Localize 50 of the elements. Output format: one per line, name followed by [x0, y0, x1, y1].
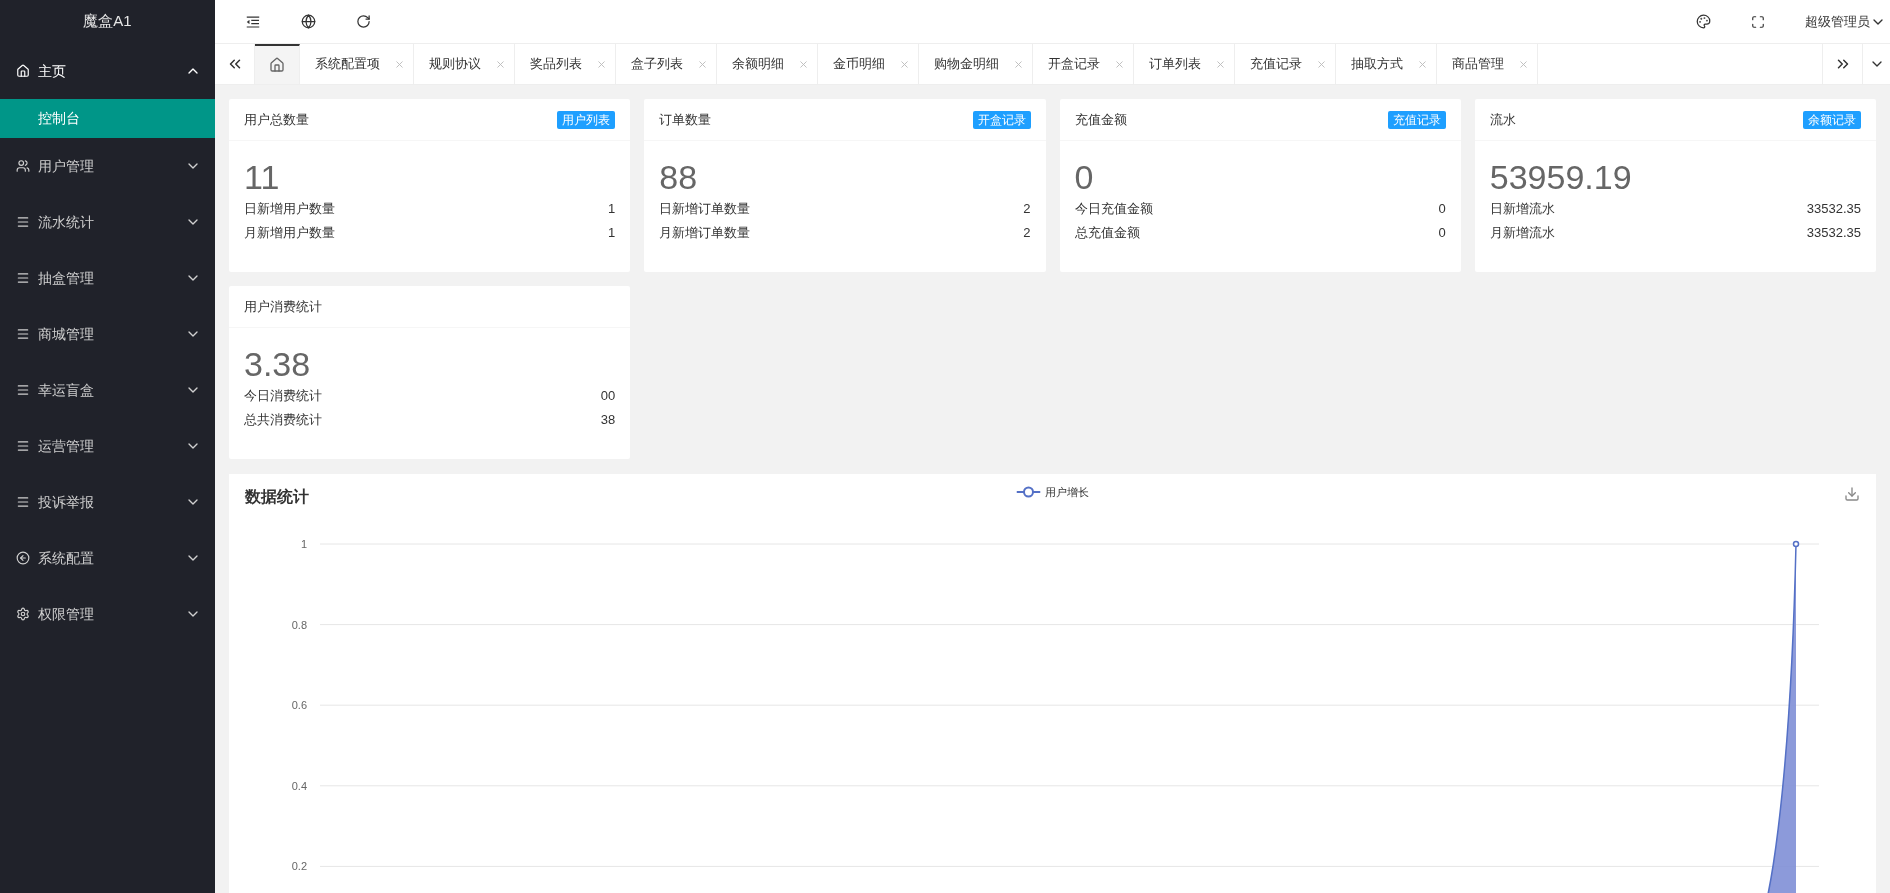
tab-label: 盒子列表	[631, 55, 683, 74]
stat-label: 日新增流水	[1489, 200, 1555, 218]
chart-title: 数据统计	[245, 487, 309, 507]
card-title: 用户消费统计	[244, 297, 322, 316]
stat-number: 33532.35	[1806, 224, 1861, 242]
stat-label: 月新增用户数量	[244, 224, 335, 242]
tab-label: 开盒记录	[1048, 55, 1100, 74]
stat-label: 日新增用户数量	[244, 200, 335, 218]
stat-label: 日新增订单数量	[659, 200, 751, 218]
stat-number: 33532.35	[1806, 200, 1861, 218]
stat-number: 0	[1438, 200, 1446, 218]
tab-label: 规则协议	[429, 55, 481, 74]
stat-number: 38	[600, 411, 616, 429]
tab-label: 余额明细	[732, 55, 784, 74]
stat-label: 今日消费统计	[244, 387, 322, 405]
stat-number: 00	[600, 387, 616, 405]
y-tick-label: 0.4	[291, 779, 307, 792]
tab-label: 购物金明细	[934, 55, 999, 74]
tab-label: 商品管理	[1452, 55, 1504, 74]
tab-label: 订单列表	[1149, 55, 1201, 74]
app-title: 魔盒A1	[83, 11, 132, 32]
stat-number: 1	[608, 200, 616, 218]
tab-label: 系统配置项	[315, 55, 380, 74]
stat-label: 总共消费统计	[244, 411, 322, 429]
tab-label: 充值记录	[1250, 55, 1302, 74]
y-tick-label: 0.6	[291, 699, 307, 712]
stat-number: 2	[1023, 200, 1031, 218]
stat-value: 11	[244, 157, 281, 197]
stat-value: 3.38	[244, 344, 312, 384]
stat-number: 0	[1438, 224, 1446, 242]
card-title: 订单数量	[659, 110, 712, 129]
stat-label: 总充值金额	[1074, 224, 1140, 242]
stat-value: 0	[1074, 157, 1095, 197]
stat-label: 今日充值金额	[1074, 200, 1153, 218]
card-title: 流水	[1489, 110, 1516, 129]
y-tick-label: 1	[300, 538, 307, 550]
legend-label: 用户增长	[1045, 485, 1089, 500]
stat-value: 53959.19	[1489, 157, 1633, 197]
y-tick-label: 0.2	[291, 860, 307, 873]
stat-value: 88	[659, 157, 699, 197]
stat-number: 2	[1023, 224, 1031, 242]
stat-label: 月新增流水	[1489, 224, 1555, 242]
y-tick-label: 0.8	[291, 618, 307, 631]
card-title: 充值金额	[1074, 110, 1127, 129]
tab-label: 抽取方式	[1351, 55, 1403, 74]
stat-label: 月新增订单数量	[659, 224, 751, 242]
tab-label: 奖品列表	[530, 55, 582, 74]
tab-label: 金币明细	[833, 55, 885, 74]
card-title: 用户总数量	[244, 110, 309, 129]
stat-number: 1	[608, 224, 616, 242]
